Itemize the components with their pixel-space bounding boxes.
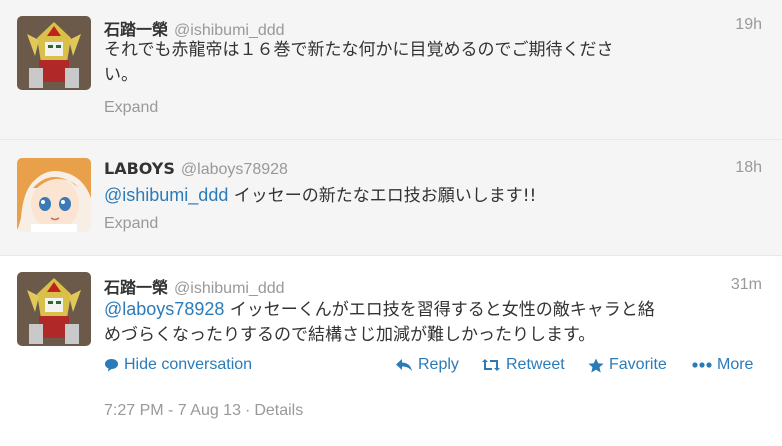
details-link[interactable]: Details: [254, 402, 303, 419]
tweet-time[interactable]: 18h: [735, 159, 762, 177]
star-icon: [588, 358, 604, 372]
expand-link[interactable]: Expand: [104, 215, 158, 233]
hide-conversation-button[interactable]: Hide conversation: [104, 356, 252, 374]
speech-bubble-icon: [105, 359, 118, 372]
robot-avatar-icon: [17, 272, 91, 346]
reply-button[interactable]: Reply: [395, 356, 459, 374]
meta-separator: ·: [244, 402, 251, 419]
tweet-context-2[interactable]: LABOYS @laboys78928 18h @ishibumi_ddd イッセ…: [0, 140, 782, 256]
author-name[interactable]: 石踏一榮: [104, 278, 168, 297]
retweet-icon: [482, 359, 500, 371]
favorite-button[interactable]: Favorite: [588, 356, 667, 374]
avatar[interactable]: [17, 272, 91, 346]
author-handle[interactable]: @ishibumi_ddd: [174, 280, 285, 297]
author-handle[interactable]: @laboys78928: [181, 161, 288, 178]
reply-label: Reply: [418, 356, 459, 373]
author-handle[interactable]: @ishibumi_ddd: [174, 22, 285, 39]
author-name[interactable]: LABOYS: [104, 159, 175, 178]
robot-avatar-icon: [17, 16, 91, 90]
tweet-text-body: イッセーの新たなエロ技お願いします!!: [228, 186, 537, 206]
avatar[interactable]: [17, 158, 91, 232]
tweet-text-line: い。: [104, 65, 138, 85]
anime-girl-avatar-icon: [17, 158, 91, 232]
tweet-text-line: それでも赤龍帝は１６巻で新たな何かに目覚めるのでご期待くださ: [104, 40, 614, 60]
tweet-meta: 7:27 PM - 7 Aug 13 · Details: [104, 402, 303, 420]
avatar[interactable]: [17, 16, 91, 90]
tweet-actions: Hide conversation Reply Retweet Favorite: [104, 356, 762, 378]
retweet-button[interactable]: Retweet: [481, 356, 565, 374]
expand-link[interactable]: Expand: [104, 99, 158, 117]
tweet-text: @ishibumi_ddd イッセーの新たなエロ技お願いします!!: [104, 183, 762, 209]
tweet-time[interactable]: 31m: [731, 276, 762, 294]
reply-arrow-icon: [396, 359, 412, 371]
favorite-label: Favorite: [609, 356, 667, 373]
mention-link[interactable]: @laboys78928: [104, 299, 224, 319]
author-name[interactable]: 石踏一榮: [104, 20, 168, 39]
more-button[interactable]: More: [692, 356, 753, 374]
tweet-text-line: めづらくなったりするので結構さじ加減が難しかったりします。: [104, 325, 596, 345]
tweet-timestamp[interactable]: 7:27 PM - 7 Aug 13: [104, 402, 241, 419]
tweet-text: それでも赤龍帝は１６巻で新たな何かに目覚めるのでご期待くださ い。: [104, 38, 762, 88]
mention-link[interactable]: @ishibumi_ddd: [104, 185, 228, 205]
more-label: More: [717, 356, 754, 373]
tweet-time[interactable]: 19h: [735, 16, 762, 34]
more-dots-icon: [692, 362, 712, 368]
tweet-text-line: イッセーくんがエロ技を習得すると女性の敵キャラと絡: [224, 300, 655, 320]
tweet-main[interactable]: 石踏一榮 @ishibumi_ddd 31m @laboys78928 イッセーく…: [0, 256, 782, 446]
tweet-context-1[interactable]: 石踏一榮 @ishibumi_ddd 19h それでも赤龍帝は１６巻で新たな何かに…: [0, 0, 782, 140]
tweet-header: LABOYS @laboys78928 18h: [104, 159, 762, 183]
hide-conversation-label: Hide conversation: [124, 356, 253, 373]
tweet-header: 石踏一榮 @ishibumi_ddd 31m: [104, 274, 762, 298]
retweet-label: Retweet: [506, 356, 565, 373]
tweet-text: @laboys78928 イッセーくんがエロ技を習得すると女性の敵キャラと絡 め…: [104, 297, 762, 348]
tweet-header: 石踏一榮 @ishibumi_ddd 19h: [104, 16, 762, 40]
